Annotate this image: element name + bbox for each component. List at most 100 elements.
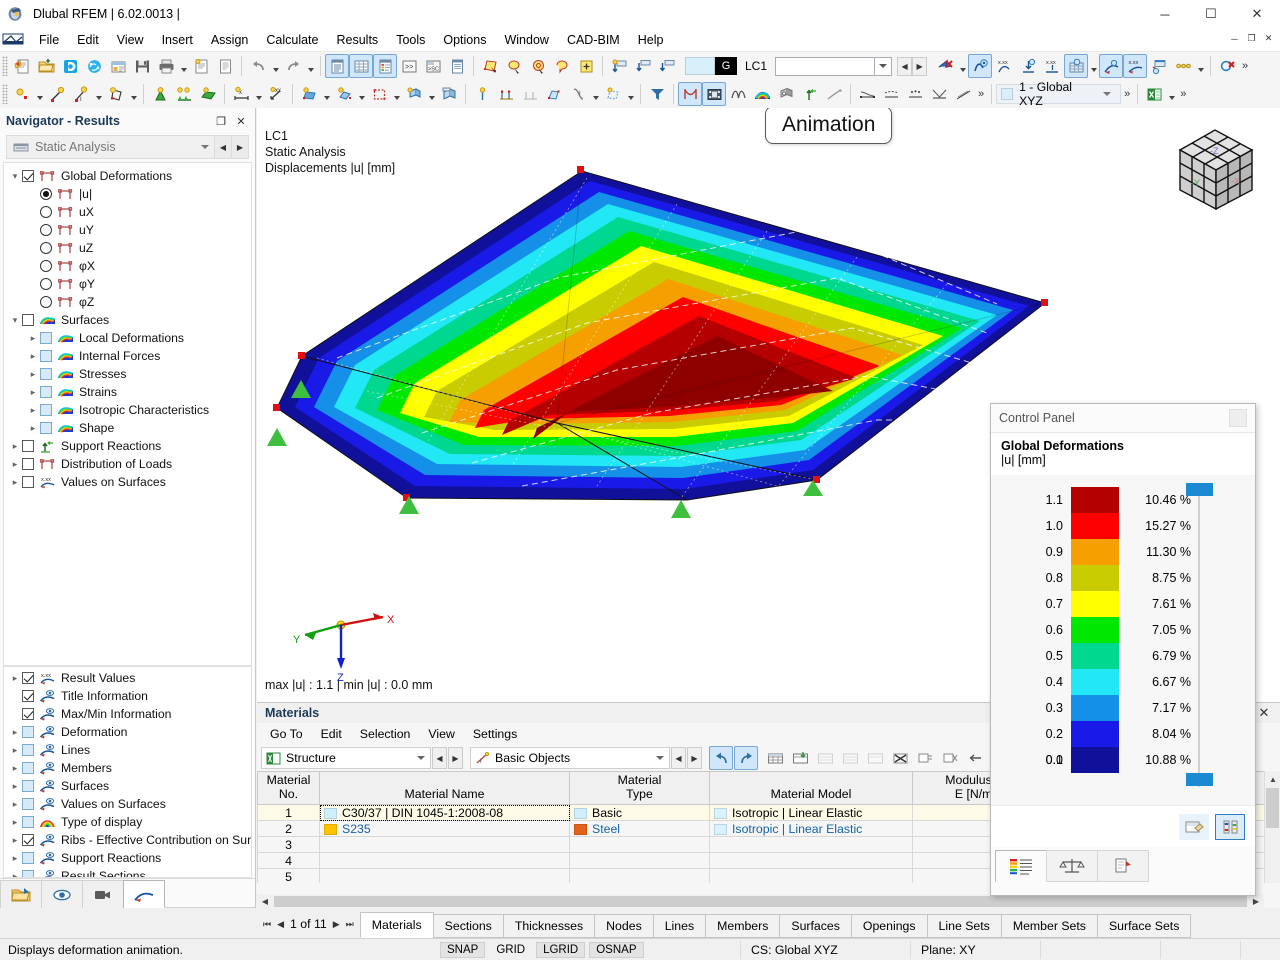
minimize-button[interactable]: ─ [1142, 0, 1188, 28]
display-item-max-min-information[interactable]: Max/Min Information [4, 705, 251, 723]
select-objects-icon[interactable] [502, 54, 526, 78]
result-distribution-2-icon[interactable] [879, 82, 903, 106]
table-menu-selection[interactable]: Selection [351, 725, 420, 743]
table-menu-settings[interactable]: Settings [464, 725, 526, 743]
tree-checkbox[interactable] [40, 332, 52, 344]
table-delete-row-icon[interactable] [838, 746, 862, 770]
tree-checkbox[interactable] [22, 458, 34, 470]
scale-color-swatch[interactable] [1071, 565, 1119, 591]
sheet-tab-lines[interactable]: Lines [652, 914, 707, 938]
section-dropdown-arrow[interactable] [590, 82, 601, 106]
tree-checkbox[interactable] [40, 368, 52, 380]
display-properties-tab[interactable] [1097, 850, 1149, 882]
tree-checkbox[interactable] [22, 476, 34, 488]
tree-item-global-deformations[interactable]: ▾ Global Deformations [4, 167, 251, 185]
scale-band-row[interactable]: 0.3 7.17 % [991, 695, 1255, 721]
display-item-lines[interactable]: ▸ Lines [4, 741, 251, 759]
animation-icon[interactable] [702, 82, 726, 106]
mdi-restore-button[interactable]: ❐ [1244, 31, 1259, 46]
display-item-ribs-effective-contribution-on-sur[interactable]: ▸ Ribs - Effective Contribution on Sur... [4, 831, 251, 849]
scale-color-swatch[interactable] [1071, 617, 1119, 643]
tree-expander-closed[interactable]: ▸ [8, 817, 22, 828]
table-objects-next-button[interactable]: ▶ [687, 747, 702, 769]
menu-options[interactable]: Options [434, 30, 495, 50]
tree-expander-closed[interactable]: ▸ [8, 781, 22, 792]
scale-color-swatch[interactable] [1071, 747, 1119, 773]
tree-checkbox[interactable] [22, 170, 34, 182]
scale-band-row[interactable]: 0.4 6.67 % [991, 669, 1255, 695]
tree-item-ux[interactable]: uX [4, 203, 251, 221]
table-scroll-up-arrow[interactable]: ▲ [1265, 771, 1280, 787]
table-undo-icon[interactable] [709, 746, 733, 770]
status-toggle-osnap[interactable]: OSNAP [589, 941, 644, 958]
undo-dropdown-arrow[interactable] [270, 54, 281, 78]
sheet-tab-sections[interactable]: Sections [432, 914, 504, 938]
table-menu-view[interactable]: View [419, 725, 463, 743]
cell-material-model[interactable]: Isotropic | Linear Elastic [709, 804, 913, 821]
new-line-icon[interactable] [45, 82, 69, 106]
nodal-support-icon[interactable] [148, 82, 172, 106]
tree-item-surfaces[interactable]: ▾ Surfaces [4, 311, 251, 329]
close-button[interactable]: ✕ [1234, 0, 1280, 28]
tree-checkbox[interactable] [40, 404, 52, 416]
tree-item-u[interactable]: |u| [4, 185, 251, 203]
table-menu-goto[interactable]: Go To [261, 725, 312, 743]
table-scope-prev-button[interactable]: ◀ [432, 747, 447, 769]
scale-color-swatch[interactable] [1071, 513, 1119, 539]
solid-dropdown-arrow[interactable] [356, 82, 367, 106]
scale-band-row[interactable]: 1.1 10.46 % [991, 487, 1255, 513]
sheet-tab-members[interactable]: Members [705, 914, 781, 938]
new-surface-icon[interactable] [104, 82, 128, 106]
clear-selection-icon[interactable] [1215, 54, 1239, 78]
scale-band-row[interactable]: 0.7 7.61 % [991, 591, 1255, 617]
load-combination-icon[interactable] [631, 54, 655, 78]
load-case-prev-button[interactable]: ◀ [897, 56, 913, 76]
new-node-dropdown-arrow[interactable] [34, 82, 45, 106]
apply-load-icon[interactable] [655, 54, 679, 78]
dimension-xx-icon[interactable]: xx [264, 82, 288, 106]
table-scope-dropdown-arrow[interactable] [412, 756, 430, 760]
sheet-last-button[interactable]: ⏭ [346, 919, 354, 930]
sheet-prev-button[interactable]: ◀ [277, 919, 284, 930]
tree-checkbox[interactable] [22, 834, 34, 846]
command-console-icon[interactable]: >> [397, 54, 421, 78]
result-values-icon[interactable]: x.xx [992, 54, 1016, 78]
menu-tools[interactable]: Tools [387, 30, 434, 50]
col-material-name[interactable]: Material Name [319, 771, 570, 805]
menu-insert[interactable]: Insert [153, 30, 202, 50]
col-material-type[interactable]: Material Type [569, 771, 710, 805]
control-panel-pin-button[interactable] [1229, 409, 1247, 427]
menu-assign[interactable]: Assign [202, 30, 258, 50]
table-objects-dropdown-arrow[interactable] [651, 756, 669, 760]
tree-item-uy[interactable]: uY [4, 221, 251, 239]
table-grid-view-icon[interactable] [349, 54, 373, 78]
result-sections-dropdown-arrow[interactable] [1195, 54, 1206, 78]
cell-material-model[interactable] [709, 836, 913, 853]
tree-radio[interactable] [40, 278, 52, 290]
scale-color-swatch[interactable] [1071, 669, 1119, 695]
menu-cad-bim[interactable]: CAD-BIM [558, 30, 629, 50]
table-scroll-thumb[interactable] [1266, 788, 1279, 828]
tree-checkbox[interactable] [22, 726, 34, 738]
lasso-select-icon[interactable] [550, 54, 574, 78]
tree-expander-closed[interactable]: ▸ [8, 853, 22, 864]
table-disable-filter-icon[interactable] [938, 746, 962, 770]
tree-expander-closed[interactable]: ▸ [26, 387, 40, 398]
menu-results[interactable]: Results [328, 30, 388, 50]
tree-expander-closed[interactable]: ▸ [8, 799, 22, 810]
tree-radio[interactable] [40, 206, 52, 218]
tree-item-internal-forces[interactable]: ▸ Internal Forces [4, 347, 251, 365]
select-surface-icon[interactable] [478, 54, 502, 78]
navigator-close-icon[interactable]: ✕ [233, 113, 249, 129]
menu-file[interactable]: File [30, 30, 68, 50]
mdi-minimize-button[interactable]: ─ [1227, 31, 1242, 46]
results-table-grid-icon[interactable] [1064, 54, 1089, 78]
building-model-icon[interactable] [437, 82, 461, 106]
excel-export-icon[interactable] [1142, 82, 1166, 106]
table-grid-icon[interactable] [763, 746, 787, 770]
table-import-icon[interactable] [788, 746, 812, 770]
display-item-surfaces[interactable]: ▸ Surfaces [4, 777, 251, 795]
results-tree[interactable]: ▾ Global Deformations |u| uX uY uZ φX φY φZ ▾ Surf… [3, 162, 252, 666]
table-scope-combo[interactable]: Structure [261, 747, 431, 769]
analysis-prev-button[interactable]: ◀ [214, 136, 231, 158]
